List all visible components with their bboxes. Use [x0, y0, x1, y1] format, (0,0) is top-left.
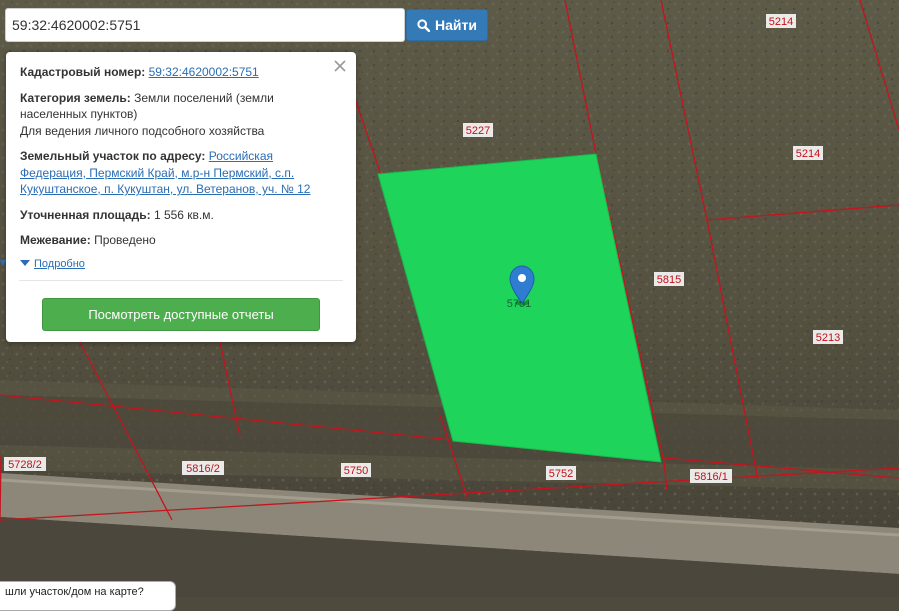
search-input[interactable]: [5, 8, 405, 42]
parcel-label-5750[interactable]: 5750: [341, 463, 371, 477]
details-link-label: Подробно: [34, 257, 85, 270]
parcel-label-5752[interactable]: 5752: [546, 466, 576, 480]
survey-value: Проведено: [94, 233, 156, 247]
land-category-row: Категория земель: Земли поселений (земли…: [20, 90, 342, 140]
parcel-label-5816-1[interactable]: 5816/1: [690, 469, 732, 483]
close-icon[interactable]: [332, 58, 348, 74]
area-row: Уточненная площадь: 1 556 кв.м.: [20, 207, 342, 224]
help-tooltip[interactable]: шли участок/дом на карте?: [0, 581, 176, 611]
popup-divider: [19, 280, 343, 281]
svg-text:5728/2: 5728/2: [8, 459, 42, 471]
search-icon: [417, 18, 431, 32]
details-toggle[interactable]: Подробно: [20, 256, 342, 273]
caret-down-icon: [0, 260, 6, 266]
parcel-label-5214b[interactable]: 5214: [793, 146, 823, 160]
parcel-label-5213[interactable]: 5213: [813, 330, 843, 344]
view-reports-button[interactable]: Посмотреть доступные отчеты: [42, 298, 320, 331]
permitted-use-value: Для ведения личного подсобного хозяйства: [20, 123, 265, 138]
search-button[interactable]: Найти: [406, 9, 488, 41]
address-label: Земельный участок по адресу:: [20, 149, 206, 163]
search-button-label: Найти: [435, 17, 477, 33]
survey-label: Межевание:: [20, 233, 91, 247]
area-label: Уточненная площадь:: [20, 207, 151, 222]
caret-down-icon: [20, 260, 30, 267]
parcel-label-5214a[interactable]: 5214: [766, 14, 796, 28]
svg-text:5750: 5750: [344, 465, 368, 477]
parcel-info-popup: Кадастровый номер: 59:32:4620002:5751 Ка…: [6, 52, 356, 342]
area-value: 1 556 кв.м.: [153, 207, 214, 222]
svg-text:5214: 5214: [796, 148, 820, 160]
svg-text:5752: 5752: [549, 468, 573, 480]
survey-row: Межевание: Проведено: [20, 232, 342, 249]
cadastral-number-row: Кадастровый номер: 59:32:4620002:5751: [20, 64, 342, 81]
svg-text:5815: 5815: [657, 274, 681, 286]
help-tooltip-text: шли участок/дом на карте?: [5, 586, 144, 598]
cadastral-number-link[interactable]: 59:32:4620002:5751: [149, 65, 259, 79]
cadastral-number-label: Кадастровый номер:: [20, 65, 146, 79]
address-row: Земельный участок по адресу: Российская …: [20, 148, 342, 198]
svg-text:5816/2: 5816/2: [186, 463, 220, 475]
parcel-label-5227[interactable]: 5227: [463, 123, 493, 137]
svg-text:5227: 5227: [466, 125, 490, 137]
parcel-label-5815[interactable]: 5815: [654, 272, 684, 286]
land-category-label: Категория земель:: [20, 90, 131, 105]
svg-text:5213: 5213: [816, 332, 840, 344]
parcel-label-5816-2[interactable]: 5816/2: [182, 461, 224, 475]
parcel-label-5728-2[interactable]: 5728/2: [4, 457, 46, 471]
svg-text:5214: 5214: [769, 16, 793, 28]
svg-text:5816/1: 5816/1: [694, 471, 728, 483]
